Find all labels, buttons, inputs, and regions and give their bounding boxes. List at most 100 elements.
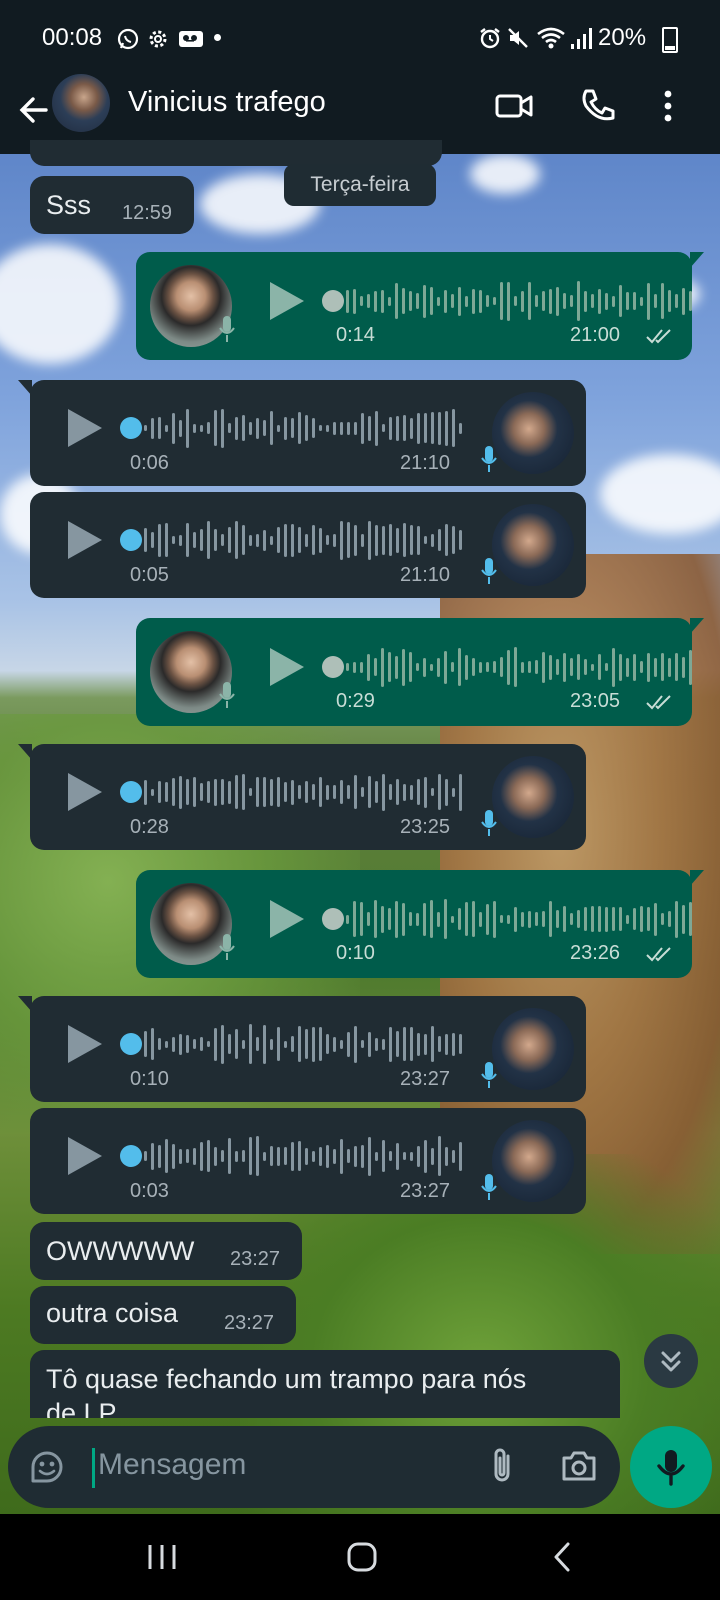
mute-icon: [508, 28, 528, 48]
waveform-bar: [305, 1029, 308, 1059]
waveform[interactable]: [144, 518, 462, 562]
waveform[interactable]: [346, 645, 692, 689]
video-call-icon[interactable]: [494, 86, 534, 126]
waveform-bar: [689, 291, 692, 311]
home-icon[interactable]: [342, 1540, 382, 1574]
back-arrow-icon[interactable]: [14, 90, 54, 130]
waveform-bar: [458, 908, 461, 930]
sticker-icon[interactable]: [28, 1448, 66, 1486]
message-bubble[interactable]: OWWWWW 23:27: [30, 1222, 302, 1280]
waveform-bar: [353, 901, 356, 937]
waveform-bar: [403, 523, 406, 557]
message-text: Tô quase fechando um trampo para nós: [46, 1364, 527, 1394]
waveform-bar: [340, 421, 343, 435]
waveform-bar: [570, 295, 573, 307]
waveform-bar: [465, 654, 468, 680]
playback-dot[interactable]: [322, 290, 344, 312]
waveform-bar: [591, 663, 594, 671]
voice-time: 23:26: [570, 942, 621, 964]
play-button[interactable]: [270, 900, 304, 938]
voice-note[interactable]: 0:06 21:10: [18, 380, 586, 486]
waveform-bar: [151, 1142, 154, 1170]
voice-note[interactable]: 0:28 23:25: [18, 744, 586, 850]
play-button[interactable]: [68, 773, 102, 811]
voice-note[interactable]: 0:10 23:26: [136, 870, 704, 978]
waveform-bar: [591, 906, 594, 932]
playback-dot[interactable]: [120, 781, 142, 803]
waveform-bar: [424, 776, 427, 808]
waveform[interactable]: [144, 406, 462, 450]
waveform-bar: [682, 656, 685, 678]
waveform-bar: [242, 1150, 245, 1162]
waveform[interactable]: [346, 897, 692, 941]
waveform[interactable]: [144, 1022, 462, 1066]
waveform-bar: [277, 1146, 280, 1166]
recents-icon[interactable]: [142, 1540, 182, 1574]
waveform-bar: [493, 900, 496, 938]
waveform-bar: [612, 647, 615, 687]
play-button[interactable]: [68, 1137, 102, 1175]
voice-duration: 0:29: [336, 690, 375, 712]
waveform-bar: [256, 777, 259, 807]
record-voice-button[interactable]: [630, 1426, 712, 1508]
waveform[interactable]: [144, 770, 462, 814]
waveform[interactable]: [144, 1134, 462, 1178]
message-bubble[interactable]: outra coisa 23:27: [30, 1286, 296, 1344]
voice-note[interactable]: 0:05 21:10: [30, 492, 586, 598]
waveform-bar: [410, 784, 413, 800]
contact-name[interactable]: Vinicius trafego: [128, 86, 326, 119]
waveform-bar: [305, 415, 308, 441]
waveform-bar: [424, 1033, 427, 1055]
scroll-down-button[interactable]: [644, 1334, 698, 1388]
playback-dot[interactable]: [120, 417, 142, 439]
voice-note[interactable]: 0:10 23:27: [18, 996, 586, 1102]
waveform-bar: [654, 294, 657, 308]
play-button[interactable]: [68, 409, 102, 447]
waveform-bar: [242, 525, 245, 555]
waveform-bar: [256, 1037, 259, 1051]
playback-dot[interactable]: [120, 529, 142, 551]
playback-dot[interactable]: [120, 1145, 142, 1167]
camera-icon[interactable]: [560, 1448, 598, 1484]
waveform-bar: [214, 778, 217, 806]
waveform-bar: [284, 523, 287, 557]
waveform-bar: [395, 900, 398, 938]
play-button[interactable]: [270, 282, 304, 320]
waveform-bar: [172, 536, 175, 544]
playback-dot[interactable]: [322, 656, 344, 678]
message-bubble[interactable]: Tô quase fechando um trampo para nós de …: [30, 1350, 620, 1418]
play-button[interactable]: [68, 521, 102, 559]
paperclip-icon[interactable]: [486, 1446, 520, 1486]
waveform-bar: [326, 784, 329, 800]
message-composer[interactable]: Mensagem: [8, 1426, 620, 1508]
waveform-bar: [270, 535, 273, 545]
voice-note[interactable]: 0:29 23:05: [136, 618, 704, 726]
waveform-bar: [346, 663, 349, 671]
waveform[interactable]: [346, 279, 692, 323]
waveform-bar: [626, 292, 629, 310]
more-vert-icon[interactable]: [648, 86, 688, 126]
waveform-bar: [354, 421, 357, 435]
waveform-bar: [256, 1136, 259, 1176]
play-button[interactable]: [270, 648, 304, 686]
voice-note[interactable]: 0:14 21:00: [136, 252, 704, 360]
message-input[interactable]: Mensagem: [98, 1448, 246, 1482]
waveform-bar: [305, 781, 308, 803]
mic-icon: [481, 810, 497, 836]
phone-icon[interactable]: [578, 86, 618, 126]
waveform-bar: [417, 1032, 420, 1056]
whatsapp-icon: [117, 28, 139, 50]
back-icon[interactable]: [544, 1540, 584, 1574]
waveform-bar: [193, 777, 196, 807]
double-chevron-down-icon: [661, 1351, 681, 1372]
playback-dot[interactable]: [322, 908, 344, 930]
mic-icon: [219, 934, 235, 960]
waveform-bar: [633, 653, 636, 681]
play-button[interactable]: [68, 1025, 102, 1063]
waveform-bar: [249, 421, 252, 435]
voice-note[interactable]: 0:03 23:27: [30, 1108, 586, 1214]
playback-dot[interactable]: [120, 1033, 142, 1055]
contact-avatar[interactable]: [52, 74, 110, 132]
waveform-bar: [458, 286, 461, 316]
message-bubble[interactable]: Sss 12:59: [30, 176, 194, 234]
